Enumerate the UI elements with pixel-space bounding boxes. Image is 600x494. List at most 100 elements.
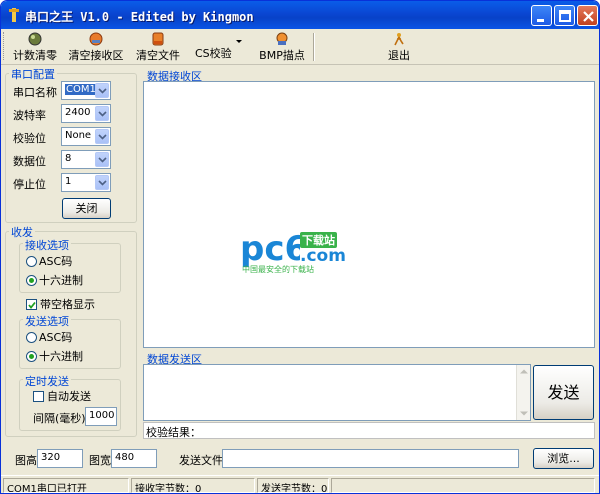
radio-off-icon bbox=[26, 332, 37, 343]
bmp-plot-icon bbox=[276, 32, 288, 45]
toolbar-label: 清空文件 bbox=[136, 49, 180, 62]
send-button[interactable]: 发送 bbox=[533, 365, 594, 420]
minimize-button[interactable] bbox=[531, 5, 552, 26]
status-bar: COM1串口已打开 接收字节数：0 发送字节数：0 bbox=[1, 475, 599, 493]
scroll-up-icon[interactable] bbox=[520, 369, 528, 374]
close-icon bbox=[583, 11, 594, 22]
interval-label: 间隔(毫秒) bbox=[33, 412, 86, 425]
chevron-down-icon bbox=[98, 180, 107, 186]
checkbox-unchecked-icon bbox=[33, 391, 44, 402]
receive-asc-label: ASC码 bbox=[39, 255, 73, 268]
minimize-icon bbox=[537, 19, 544, 22]
databits-label: 数据位 bbox=[13, 155, 46, 168]
parity-label: 校验位 bbox=[13, 132, 46, 145]
clear-receive-button[interactable]: 清空接收区 bbox=[67, 30, 125, 63]
watermark-brand: pc6 bbox=[240, 226, 242, 227]
serial-config-label: 串口配置 bbox=[9, 66, 57, 82]
maximize-icon bbox=[559, 10, 571, 22]
space-display-label: 带空格显示 bbox=[40, 298, 95, 311]
checksum-dropdown[interactable]: CS校验 bbox=[191, 30, 243, 63]
port-select[interactable]: COM1 bbox=[61, 81, 111, 100]
radio-on-icon bbox=[26, 275, 37, 286]
databits-select[interactable]: 8 bbox=[61, 150, 111, 169]
pc6-logo-icon: pc6 bbox=[240, 229, 300, 268]
toolbar-label: 清空接收区 bbox=[68, 49, 124, 62]
send-file-path-input[interactable] bbox=[222, 449, 519, 468]
parity-select[interactable]: None bbox=[61, 127, 111, 146]
baud-select[interactable]: 2400 bbox=[61, 104, 111, 123]
send-asc-label: ASC码 bbox=[39, 331, 73, 344]
app-logo-icon bbox=[9, 8, 19, 22]
toolbar-label: BMP描点 bbox=[259, 49, 305, 62]
watermark-slogan: 中国最安全的下载站 bbox=[242, 265, 314, 274]
window-title: 串口之王 V1.0 - Edited by Kingmon bbox=[25, 10, 254, 24]
svg-text:pc6: pc6 bbox=[240, 229, 300, 268]
scroll-down-icon[interactable] bbox=[520, 411, 528, 416]
checksum-result-field: 校验结果： bbox=[143, 422, 595, 439]
received-bytes: 接收字节数：0 bbox=[131, 478, 255, 493]
close-port-button[interactable]: 关闭 bbox=[62, 198, 111, 219]
receive-options-label: 接收选项 bbox=[23, 237, 71, 253]
radio-off-icon bbox=[26, 256, 37, 267]
bmp-width-label: 图宽 bbox=[89, 454, 111, 467]
dropdown-button[interactable] bbox=[95, 83, 109, 98]
status-spare-cell bbox=[331, 478, 595, 493]
counter-reset-button[interactable]: 计数清零 bbox=[11, 30, 59, 63]
title-bar[interactable]: 串口之王 V1.0 - Edited by Kingmon bbox=[1, 1, 599, 29]
sent-bytes: 发送字节数：0 bbox=[257, 478, 329, 493]
bmp-width-input[interactable]: 480 bbox=[111, 449, 157, 468]
exit-button[interactable]: 退出 bbox=[385, 30, 413, 63]
pc6-watermark: pc6 pc6 下载站 .com 中国最安全的下载站 bbox=[240, 226, 370, 276]
stopbits-value: 1 bbox=[65, 176, 72, 187]
toolbar: 计数清零 清空接收区 清空文件 CS校验 BMP描点 退出 bbox=[1, 29, 599, 65]
maximize-button[interactable] bbox=[554, 5, 575, 26]
send-textarea[interactable] bbox=[143, 364, 531, 421]
dropdown-button[interactable] bbox=[95, 152, 109, 167]
counter-reset-icon bbox=[28, 32, 42, 46]
clear-file-icon bbox=[152, 32, 164, 46]
port-value: COM1 bbox=[65, 84, 97, 95]
port-label: 串口名称 bbox=[13, 86, 57, 99]
receive-hex-radio[interactable]: 十六进制 bbox=[26, 272, 83, 288]
watermark-com: .com bbox=[300, 246, 346, 266]
toolbar-label: CS校验 bbox=[195, 47, 232, 60]
send-hex-radio[interactable]: 十六进制 bbox=[26, 348, 83, 364]
dropdown-button[interactable] bbox=[95, 175, 109, 190]
browse-button[interactable]: 浏览... bbox=[533, 448, 594, 469]
receive-textarea[interactable]: pc6 pc6 下载站 .com 中国最安全的下载站 bbox=[143, 81, 595, 348]
timer-send-label: 定时发送 bbox=[23, 373, 71, 389]
send-file-label: 发送文件 bbox=[179, 454, 223, 467]
interval-input[interactable]: 1000 bbox=[85, 407, 117, 426]
chevron-down-icon bbox=[98, 111, 107, 117]
port-status: COM1串口已打开 bbox=[3, 478, 129, 493]
toolbar-label: 退出 bbox=[388, 49, 410, 62]
toolbar-label: 计数清零 bbox=[13, 49, 57, 62]
space-display-checkbox[interactable]: 带空格显示 bbox=[26, 296, 95, 312]
bmp-height-input[interactable]: 320 bbox=[37, 449, 83, 468]
app-window: 串口之王 V1.0 - Edited by Kingmon 计数清零 清空接收区… bbox=[0, 0, 600, 494]
baud-value: 2400 bbox=[65, 107, 91, 118]
send-scrollbar[interactable] bbox=[516, 365, 530, 420]
chevron-down-icon bbox=[98, 134, 107, 140]
auto-send-checkbox[interactable]: 自动发送 bbox=[33, 388, 91, 404]
receive-hex-label: 十六进制 bbox=[39, 274, 83, 287]
receive-asc-radio[interactable]: ASC码 bbox=[26, 253, 72, 269]
clear-file-button[interactable]: 清空文件 bbox=[135, 30, 181, 63]
chevron-down-icon bbox=[98, 88, 107, 94]
bmp-plot-button[interactable]: BMP描点 bbox=[255, 30, 309, 63]
send-options-label: 发送选项 bbox=[23, 313, 71, 329]
close-window-button[interactable] bbox=[577, 5, 598, 26]
dropdown-button[interactable] bbox=[95, 106, 109, 121]
radio-on-icon bbox=[26, 351, 37, 362]
toolbar-grip[interactable] bbox=[3, 32, 6, 60]
auto-send-label: 自动发送 bbox=[47, 390, 91, 403]
chevron-down-icon bbox=[98, 157, 107, 163]
clear-receive-icon bbox=[89, 32, 103, 46]
checkbox-checked-icon bbox=[26, 299, 37, 310]
bmp-height-label: 图高 bbox=[15, 454, 37, 467]
exit-icon bbox=[394, 33, 404, 46]
send-hex-label: 十六进制 bbox=[39, 350, 83, 363]
dropdown-button[interactable] bbox=[95, 129, 109, 144]
send-asc-radio[interactable]: ASC码 bbox=[26, 329, 72, 345]
stopbits-select[interactable]: 1 bbox=[61, 173, 111, 192]
